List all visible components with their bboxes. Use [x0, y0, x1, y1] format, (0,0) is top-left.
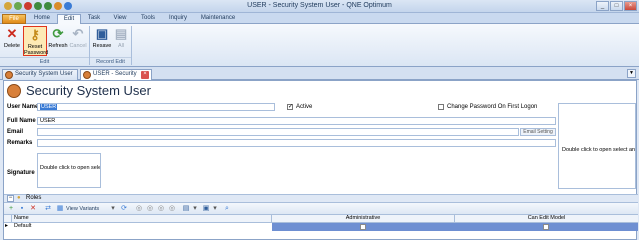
doc-tab-user-security-system[interactable]: USER - Security System × [80, 69, 152, 86]
column-header-can-edit-model[interactable]: Can Edit Model [455, 215, 638, 223]
can-edit-model-cell[interactable] [455, 223, 638, 231]
tab-inquiry[interactable]: Inquiry [164, 14, 192, 24]
roles-title: Roles [26, 195, 42, 201]
ribbon: ✕ Delete ⚷ Reset Password ⟳ Refresh ↶ Ca… [0, 24, 639, 67]
save-icon: ▣ [95, 26, 109, 41]
maximize-button[interactable]: □ [610, 1, 623, 11]
tab-tools[interactable]: Tools [135, 14, 161, 24]
table-row[interactable]: ▸ Default [4, 223, 638, 231]
roles-icon: ● [17, 195, 21, 201]
remarks-input[interactable] [37, 139, 556, 147]
link-icon[interactable]: ⇄ [44, 205, 52, 213]
refresh-icon: ⟳ [52, 26, 64, 41]
signature-image-box[interactable]: Double click to open sele... [37, 153, 101, 188]
refresh-button[interactable]: ⟳ Refresh [48, 26, 68, 56]
delete-label: Delete [4, 43, 20, 49]
user-name-input[interactable]: USER [37, 103, 275, 111]
user-icon [7, 84, 21, 98]
column-header-administrative[interactable]: Administrative [272, 215, 455, 223]
refresh-label: Refresh [48, 43, 68, 49]
administrative-cell[interactable] [272, 223, 455, 231]
group-separator [131, 26, 132, 65]
roles-grid-header: Name Administrative Can Edit Model [4, 215, 638, 223]
collapse-icon[interactable]: − [7, 195, 14, 202]
reset-password-button[interactable]: ⚷ Reset Password [23, 26, 49, 56]
minimize-button[interactable]: _ [596, 1, 609, 11]
user-name-label: User Name [7, 104, 39, 110]
close-button[interactable]: × [624, 1, 637, 11]
ribbon-tabs: File Home Edit Task View Tools Inquiry M… [0, 13, 639, 25]
export-icon[interactable]: ▣ [202, 205, 210, 213]
page-title: Security System User [26, 83, 151, 98]
email-setting-button[interactable]: Email Setting [520, 128, 556, 136]
user-icon [5, 71, 13, 79]
add-icon[interactable]: + [7, 205, 15, 213]
tab-task[interactable]: Task [83, 14, 105, 24]
active-label: Active [296, 104, 313, 110]
delete-icon: ✕ [6, 26, 18, 41]
print-icon[interactable]: ▤ [182, 205, 190, 213]
settings-icon[interactable]: ◎ [168, 205, 176, 213]
email-label: Email [7, 129, 24, 135]
form-panel: Security System User User Name USER ✓ Ac… [3, 80, 638, 240]
all-label: All [117, 43, 125, 49]
remarks-label: Remarks [7, 140, 33, 146]
change-password-checkbox[interactable] [438, 104, 444, 110]
tab-view[interactable]: View [108, 14, 132, 24]
save-all-icon: ▤ [114, 26, 128, 41]
active-checkbox[interactable]: ✓ [287, 104, 293, 110]
user-name-value: USER [40, 104, 58, 110]
close-tab-icon[interactable]: × [141, 71, 149, 79]
filter-icon[interactable]: ◎ [135, 205, 143, 213]
group-label-record-edit: Record Edit [90, 57, 131, 65]
window-controls: _ □ × [596, 1, 637, 11]
roles-toolbar: + ▪ ✕ ⇄ ▦ View Variants ▾ ⟳ ◎ ◎ ◎ ◎ ▤ ▾ … [4, 203, 638, 215]
document-tabs: Security System User USER - Security Sys… [0, 67, 639, 86]
view-variants-icon: ▦ [56, 205, 64, 212]
email-input[interactable] [37, 128, 519, 136]
form-header: Security System User [4, 81, 638, 101]
tab-list-dropdown[interactable]: ▼ [627, 69, 636, 78]
export-dropdown-icon[interactable]: ▾ [211, 205, 219, 213]
dropdown-icon[interactable]: ▾ [109, 205, 117, 213]
title-bar: USER - Security System User - QNE Optimu… [0, 0, 639, 13]
role-name-cell[interactable]: Default [14, 223, 31, 230]
resave-button[interactable]: ▣ Resave [91, 26, 113, 56]
view-variants-button[interactable]: View Variants [66, 205, 99, 213]
user-picture-box[interactable]: Double click to open select an ima [558, 103, 636, 189]
tab-home[interactable]: Home [30, 14, 54, 24]
cancel-icon: ↶ [72, 26, 84, 41]
tab-maintenance[interactable]: Maintenance [196, 14, 240, 24]
refresh-icon[interactable]: ⟳ [120, 205, 128, 213]
new-row-icon[interactable]: ▪ [18, 205, 26, 213]
change-password-label: Change Password On First Logon [447, 104, 538, 110]
user-icon [83, 71, 91, 79]
full-name-input[interactable]: USER [37, 117, 556, 125]
column-header-name[interactable]: Name [12, 215, 272, 223]
signature-label: Signature [7, 170, 35, 176]
full-name-label: Full Name [7, 118, 36, 124]
doc-tab-security-system-user[interactable]: Security System User [2, 69, 78, 80]
print-dropdown-icon[interactable]: ▾ [191, 205, 199, 213]
all-button[interactable]: ▤ All [113, 26, 129, 56]
clear-icon[interactable]: ◎ [146, 205, 154, 213]
group-label-edit: Edit [0, 57, 89, 65]
cancel-label: Cancel [69, 43, 87, 49]
roles-section-header[interactable]: − ● Roles [4, 194, 638, 203]
doc-tab-label: Security System User [15, 71, 73, 77]
key-icon: ⚷ [30, 27, 40, 42]
cancel-button[interactable]: ↶ Cancel [68, 26, 88, 56]
tab-file[interactable]: File [2, 14, 26, 24]
can-edit-model-checkbox[interactable] [543, 224, 549, 230]
search-icon[interactable]: ◎ [157, 205, 165, 213]
reset-password-label: Reset Password [24, 44, 49, 56]
find-icon[interactable]: ⌕ [223, 205, 231, 213]
delete-row-icon[interactable]: ✕ [29, 205, 37, 213]
administrative-checkbox[interactable] [360, 224, 366, 230]
resave-label: Resave [92, 43, 112, 49]
delete-button[interactable]: ✕ Delete [2, 26, 22, 56]
row-indicator-header [4, 215, 12, 223]
row-pointer-icon: ▸ [5, 223, 9, 229]
window-title: USER - Security System User - QNE Optimu… [247, 2, 392, 9]
